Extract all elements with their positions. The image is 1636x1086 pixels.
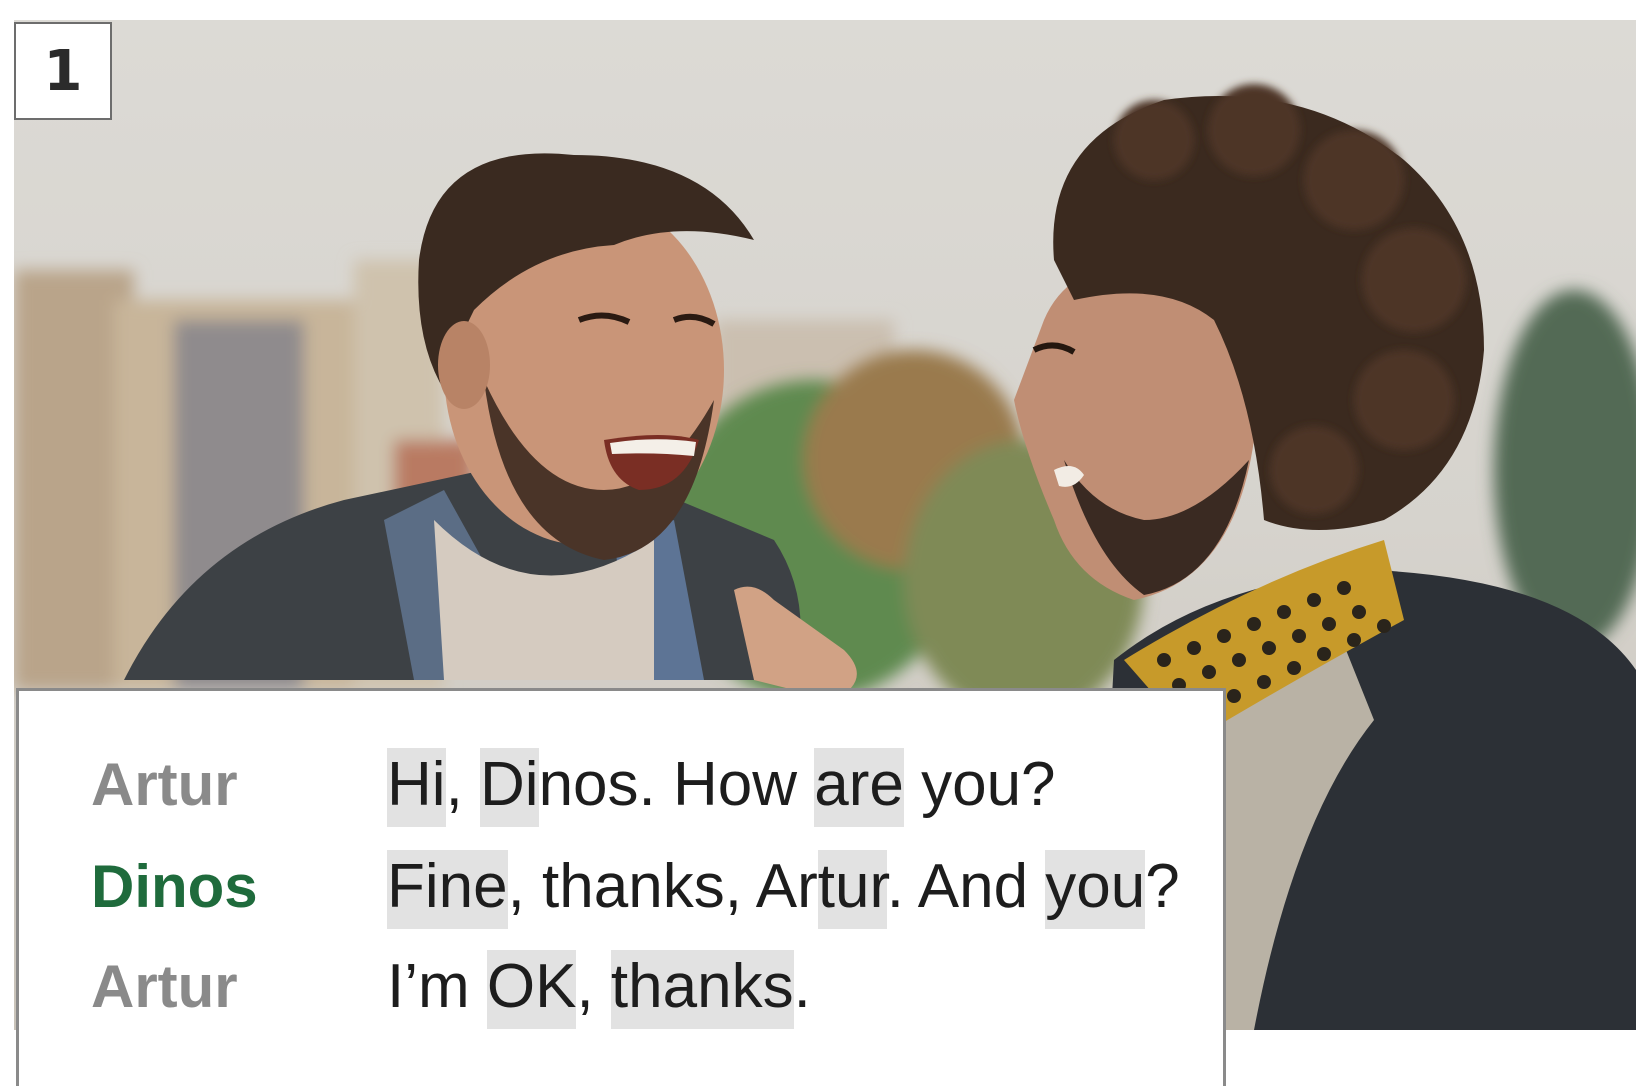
text-segment: . And [886, 851, 1046, 921]
highlighted-text: thanks [610, 949, 794, 1029]
utterance: Fine, thanks, Artur. And you? [387, 849, 1180, 929]
text-segment: nos. How [538, 749, 815, 819]
dialogue-line: Artur Hi, Dinos. How are you? [91, 739, 1056, 829]
exercise-number-box: 1 [14, 22, 112, 120]
dialogue-card: Artur Hi, Dinos. How are you? Dinos Fine… [16, 688, 1226, 1086]
utterance: Hi, Dinos. How are you? [387, 747, 1056, 827]
text-segment: I’m [387, 951, 487, 1021]
page: 1 Artur Hi, Dinos. How are you? Dinos Fi… [0, 0, 1636, 1086]
text-segment: you? [903, 749, 1056, 819]
dialogue-line: Dinos Fine, thanks, Artur. And you? [91, 841, 1180, 931]
text-segment: , [445, 749, 481, 819]
speaker-name: Dinos [91, 852, 258, 920]
speaker-name: Artur [91, 952, 238, 1020]
highlighted-text: tur [817, 849, 887, 929]
text-segment: , [576, 951, 611, 1021]
highlighted-text: Fine [387, 849, 508, 929]
speaker-name: Artur [91, 750, 238, 818]
exercise-number: 1 [43, 38, 83, 104]
highlighted-text: are [814, 747, 904, 827]
highlighted-text: you [1045, 849, 1146, 929]
text-segment: . [793, 951, 811, 1021]
highlighted-text: OK [486, 949, 577, 1029]
text-segment: ? [1145, 851, 1180, 921]
highlighted-text: Hi [387, 747, 446, 827]
highlighted-text: Di [480, 747, 539, 827]
utterance: I’m OK, thanks. [387, 949, 811, 1029]
text-segment: , thanks, Ar [507, 851, 818, 921]
page-margin [1226, 1030, 1636, 1086]
dialogue-line: Artur I’m OK, thanks. [91, 941, 811, 1031]
